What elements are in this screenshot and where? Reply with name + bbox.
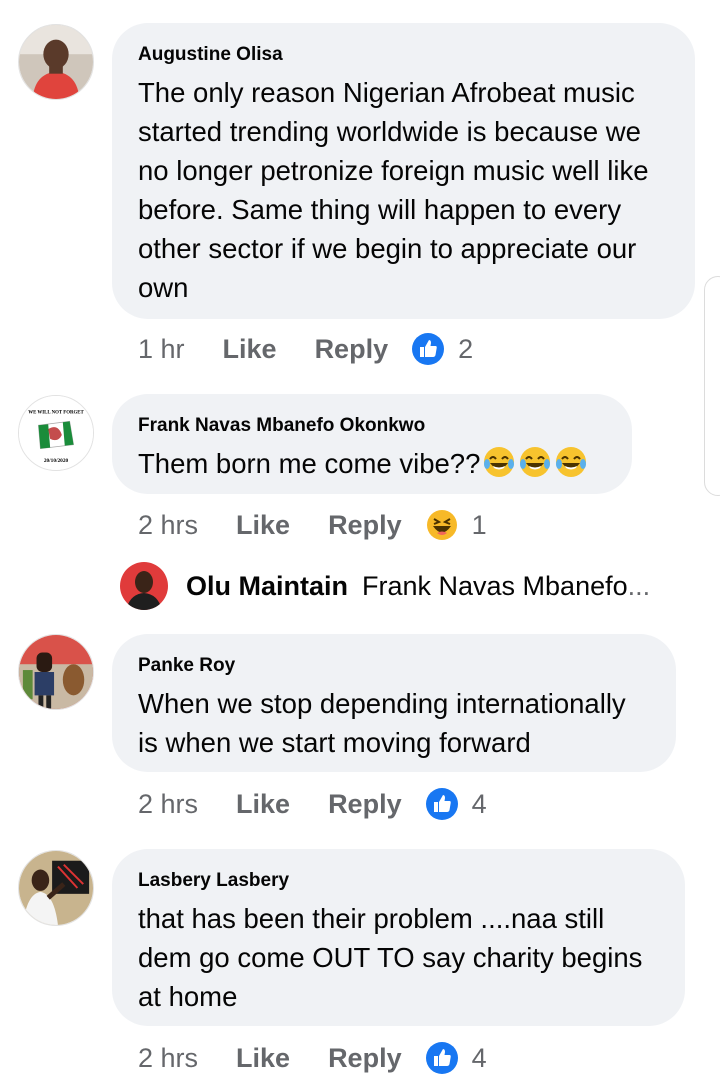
laughing-tears-emoji [482, 445, 516, 479]
laughing-tears-emoji [554, 445, 588, 479]
like-icon[interactable] [425, 1042, 458, 1074]
comment-bubble: Augustine Olisa The only reason Nigerian… [112, 23, 695, 319]
reaction-count[interactable]: 1 [472, 510, 487, 541]
avatar-banner-bottom: 20/10/2020 [44, 458, 69, 464]
like-button[interactable]: Like [236, 1043, 290, 1074]
reply-preview[interactable]: Olu Maintain Frank Navas Mbanefo... [120, 562, 650, 610]
comment-time[interactable]: 2 hrs [138, 1043, 198, 1074]
comment-bubble: Frank Navas Mbanefo Okonkwo Them born me… [112, 394, 632, 494]
reply-ellipsis: ... [627, 570, 651, 601]
reaction-count[interactable]: 4 [472, 1043, 487, 1074]
comment-time[interactable]: 2 hrs [138, 789, 198, 820]
reply-text: Frank Navas Mbanefo [362, 570, 628, 601]
comment-time[interactable]: 1 hr [138, 334, 185, 365]
avatar[interactable] [18, 850, 94, 926]
like-button[interactable]: Like [236, 510, 290, 541]
side-panel-handle[interactable] [704, 276, 720, 496]
comment-author[interactable]: Panke Roy [138, 654, 650, 678]
comment-author[interactable]: Lasbery Lasbery [138, 869, 659, 893]
avatar[interactable] [18, 24, 94, 100]
comment-text: The only reason Nigerian Afrobeat music … [138, 77, 657, 303]
avatar-banner-top: WE WILL NOT FORGET [28, 411, 84, 416]
reply-author[interactable]: Olu Maintain [186, 571, 348, 602]
like-icon[interactable] [425, 788, 458, 820]
comment-text: When we stop depending internationally i… [138, 688, 634, 758]
reply-avatar[interactable] [120, 562, 168, 610]
comment-bubble: Lasbery Lasbery that has been their prob… [112, 849, 685, 1026]
comment-author[interactable]: Augustine Olisa [138, 43, 669, 67]
comment-actions: 2 hrs Like Reply 1 [138, 505, 487, 545]
reply-button[interactable]: Reply [315, 334, 389, 365]
laughing-tears-emoji [518, 445, 552, 479]
reaction-count[interactable]: 2 [458, 334, 473, 365]
like-icon[interactable] [412, 333, 445, 365]
comment-actions: 2 hrs Like Reply 4 [138, 1038, 487, 1078]
comment-text: that has been their problem ....naa stil… [138, 903, 651, 1012]
haha-icon[interactable] [426, 509, 458, 541]
comment-actions: 1 hr Like Reply 2 [138, 329, 473, 369]
comment-text: Them born me come vibe?? [138, 448, 481, 479]
comment-author[interactable]: Frank Navas Mbanefo Okonkwo [138, 414, 606, 438]
avatar[interactable]: WE WILL NOT FORGET 20/10/2020 [18, 395, 94, 471]
comment-time[interactable]: 2 hrs [138, 510, 198, 541]
comment-actions: 2 hrs Like Reply 4 [138, 784, 487, 824]
reaction-count[interactable]: 4 [472, 789, 487, 820]
comment-text-line: Them born me come vibe?? [138, 444, 606, 483]
reply-button[interactable]: Reply [328, 510, 402, 541]
reply-button[interactable]: Reply [328, 1043, 402, 1074]
reply-button[interactable]: Reply [328, 789, 402, 820]
like-button[interactable]: Like [223, 334, 277, 365]
like-button[interactable]: Like [236, 789, 290, 820]
comment-bubble: Panke Roy When we stop depending interna… [112, 634, 676, 772]
avatar[interactable] [18, 634, 94, 710]
